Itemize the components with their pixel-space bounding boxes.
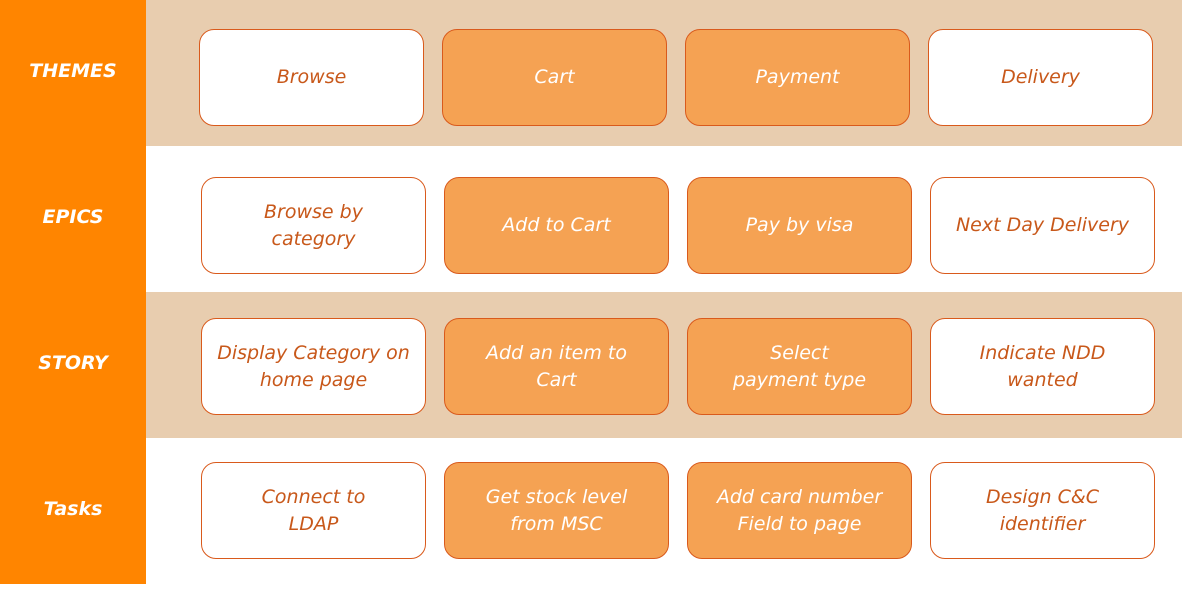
task-card-stock-level: Get stock level from MSC xyxy=(444,462,669,559)
card-text: Get stock level from MSC xyxy=(485,485,628,535)
epic-card-add-to-cart: Add to Cart xyxy=(444,177,669,274)
card-text: Display Category on home page xyxy=(217,341,410,391)
card-text: Design C&C identifier xyxy=(986,485,1099,535)
card-text: Add to Cart xyxy=(502,214,611,236)
card-text: Indicate NDD wanted xyxy=(979,341,1106,391)
card-text: Browse xyxy=(276,66,347,88)
story-card-select-payment: Select payment type xyxy=(687,318,912,415)
card-text: Select payment type xyxy=(732,341,867,391)
row-label-epics: EPICS xyxy=(42,206,104,228)
card-text: Add an item to Cart xyxy=(486,341,627,391)
story-card-indicate-ndd: Indicate NDD wanted xyxy=(930,318,1155,415)
card-text: Add card number Field to page xyxy=(716,485,883,535)
sidebar xyxy=(0,0,146,584)
epic-card-pay-by-visa: Pay by visa xyxy=(687,177,912,274)
row-label-themes: THEMES xyxy=(29,60,117,82)
card-text: Next Day Delivery xyxy=(955,214,1130,236)
card-text: Pay by visa xyxy=(745,214,854,236)
story-card-display-category: Display Category on home page xyxy=(201,318,426,415)
card-text: Delivery xyxy=(1001,66,1080,88)
task-card-design-cc: Design C&C identifier xyxy=(930,462,1155,559)
theme-card-delivery: Delivery xyxy=(928,29,1153,126)
task-card-connect-ldap: Connect to LDAP xyxy=(201,462,426,559)
row-label-tasks: Tasks xyxy=(43,498,103,520)
card-text: Browse by category xyxy=(264,200,363,250)
story-card-add-item: Add an item to Cart xyxy=(444,318,669,415)
theme-card-payment: Payment xyxy=(685,29,910,126)
theme-card-cart: Cart xyxy=(442,29,667,126)
epic-card-next-day-delivery: Next Day Delivery xyxy=(930,177,1155,274)
card-text: Cart xyxy=(534,66,575,88)
card-text: Payment xyxy=(755,66,840,88)
card-text: Connect to LDAP xyxy=(261,485,366,535)
task-card-card-number: Add card number Field to page xyxy=(687,462,912,559)
theme-card-browse: Browse xyxy=(199,29,424,126)
epic-card-browse-by-category: Browse by category xyxy=(201,177,426,274)
row-label-story: STORY xyxy=(38,352,108,374)
